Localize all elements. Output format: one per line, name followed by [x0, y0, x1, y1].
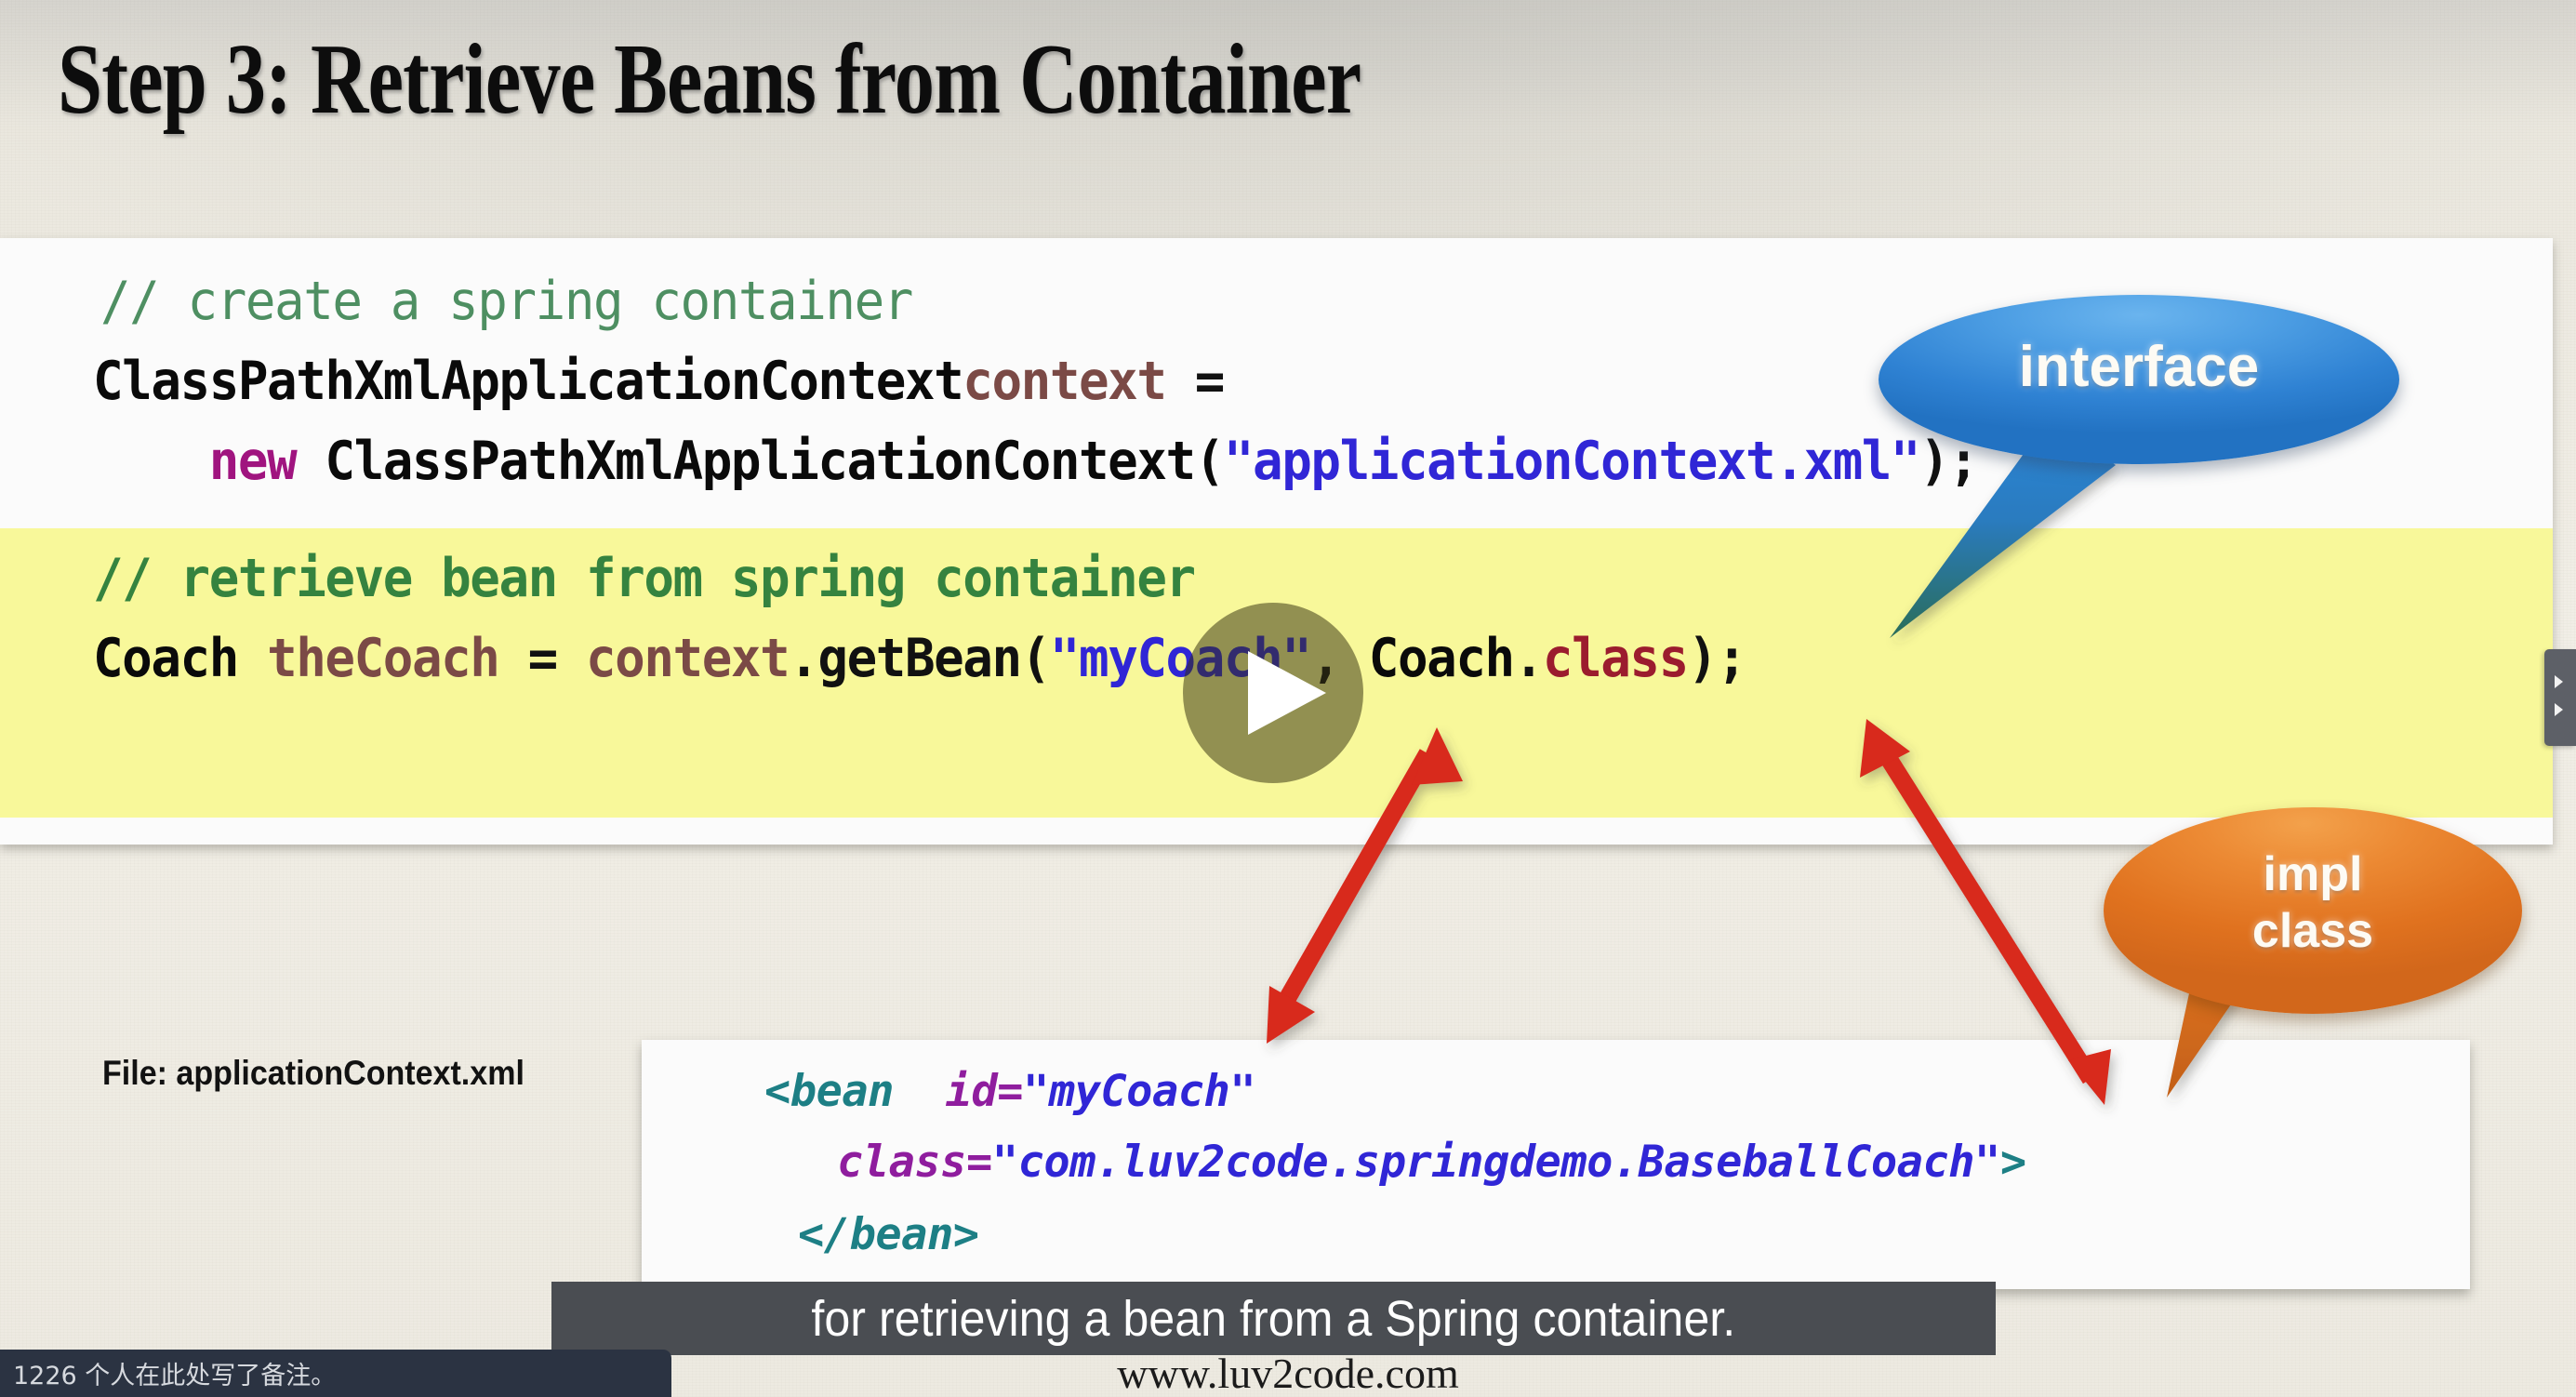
variable-thecoach: theCoach — [237, 628, 500, 689]
callout-interface: interface — [1879, 295, 2399, 464]
notes-count-tooltip[interactable]: 1226 个人在此处写了备注。 — [0, 1350, 671, 1397]
type-name: ClassPathXmlApplicationContext — [93, 351, 964, 412]
comment-text: // create a spring container — [100, 271, 913, 332]
dot: . — [1513, 628, 1545, 689]
xml-tag-close-bracket: > — [1999, 1137, 2026, 1188]
chevron-right-icon — [2555, 703, 2563, 716]
caption-text: for retrieving a bean from a Spring cont… — [811, 1290, 1736, 1347]
string-config-file: "applicationContext.xml" — [1223, 431, 1921, 492]
callout-impl-class: impl class — [2104, 807, 2522, 1014]
class-coach: Coach — [1368, 628, 1515, 689]
xml-value-class: "com.luv2code.springdemo.BaseballCoach" — [991, 1137, 2001, 1188]
xml-tag-bean-end: </bean> — [798, 1209, 979, 1260]
xml-line-class-attr: class="com.luv2code.springdemo.BaseballC… — [837, 1140, 2026, 1184]
impl-bubble-shape — [2104, 807, 2522, 1014]
context-ref: context — [586, 628, 790, 689]
xml-attr-class: class= — [837, 1137, 992, 1188]
play-icon — [1248, 651, 1326, 735]
subtitle-caption: for retrieving a bean from a Spring cont… — [551, 1282, 1996, 1355]
code-line-comment-create: // create a spring container — [100, 275, 913, 328]
expand-panel-tab[interactable] — [2544, 649, 2576, 746]
chevron-right-icon — [2555, 675, 2563, 688]
keyword-new: new — [208, 431, 298, 492]
code-line-declare-context: ClassPathXmlApplicationContextcontext = — [93, 355, 1225, 408]
page-title: Step 3: Retrieve Beans from Container — [58, 24, 1361, 135]
xml-attr-id: id= — [893, 1066, 1024, 1117]
xml-line-bean-open: <bean id="myCoach" — [764, 1070, 1256, 1113]
method-getbean: getBean( — [817, 628, 1051, 689]
xml-tag-bean: <bean — [764, 1066, 894, 1117]
field-class: class — [1542, 628, 1689, 689]
comment-text: // retrieve bean from spring container — [93, 548, 1196, 609]
interface-bubble-shape — [1879, 295, 2399, 464]
assign-operator: = — [498, 628, 587, 689]
constructor-call: ClassPathXmlApplicationContext( — [296, 431, 1225, 492]
notes-count-text: 1226 个人在此处写了备注。 — [13, 1362, 337, 1390]
statement-end: ); — [1687, 628, 1747, 689]
play-button[interactable] — [1183, 603, 1363, 783]
xml-code-panel: <bean id="myCoach" class="com.luv2code.s… — [642, 1040, 2470, 1289]
file-label: File: applicationContext.xml — [102, 1054, 524, 1092]
dot: . — [789, 628, 819, 689]
xml-line-bean-close: </bean> — [798, 1213, 979, 1257]
variable-name: context — [963, 351, 1167, 412]
code-line-comment-retrieve: // retrieve bean from spring container — [93, 552, 1196, 605]
xml-value-id: "myCoach" — [1022, 1066, 1256, 1117]
code-line-new-context: new ClassPathXmlApplicationContext("appl… — [93, 435, 1979, 488]
code-line-getbean: Coach theCoach = context.getBean("myCoac… — [93, 632, 1747, 685]
assign-operator: = — [1165, 351, 1226, 412]
type-coach: Coach — [93, 628, 239, 689]
